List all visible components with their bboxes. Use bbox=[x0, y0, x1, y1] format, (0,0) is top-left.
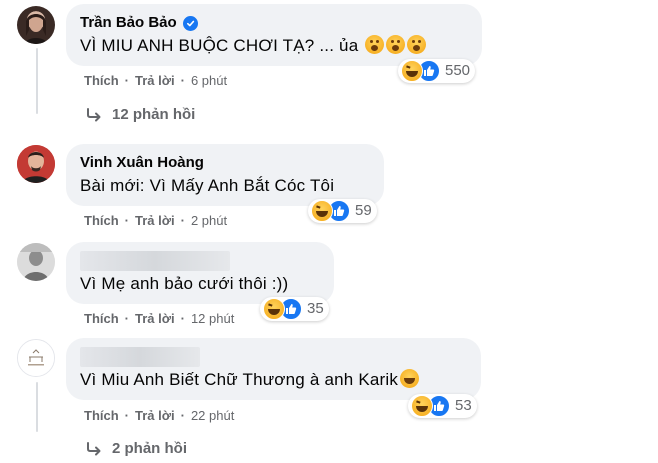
comment-bubble: Vinh Xuân Hoàng Bài mới: Vì Mấy Anh Bắt … bbox=[66, 144, 384, 206]
comment-bubble: Trần Bảo Bảo VÌ MIU ANH BUỘC CHƠI TẠ? ..… bbox=[66, 4, 482, 66]
reaction-summary[interactable]: 59 bbox=[308, 199, 377, 223]
comment-author[interactable]: Trần Bảo Bảo bbox=[80, 13, 468, 33]
avatar[interactable] bbox=[17, 145, 55, 183]
verified-badge-icon bbox=[182, 15, 198, 31]
separator: · bbox=[180, 408, 185, 423]
reaction-count: 550 bbox=[445, 62, 471, 79]
blurred-author-name[interactable] bbox=[80, 347, 200, 367]
timestamp[interactable]: 22 phút bbox=[191, 408, 234, 423]
like-link[interactable]: Thích bbox=[84, 73, 119, 88]
separator: · bbox=[180, 73, 185, 88]
replies-count[interactable]: 2 phản hồi bbox=[112, 440, 187, 457]
haha-reaction-icon bbox=[411, 395, 433, 417]
comment-bubble: Vì Miu Anh Biết Chữ Thương à anh Karik bbox=[66, 338, 481, 400]
avatar[interactable] bbox=[17, 6, 55, 44]
reaction-count: 53 bbox=[455, 397, 472, 414]
comment-text-content: VÌ MIU ANH BUỘC CHƠI TẠ? ... ủa bbox=[80, 36, 359, 55]
blurred-author-name[interactable] bbox=[80, 251, 230, 271]
comment-text: VÌ MIU ANH BUỘC CHƠI TẠ? ... ủa bbox=[80, 33, 468, 59]
like-link[interactable]: Thích bbox=[84, 408, 119, 423]
view-replies-link[interactable]: 2 phản hồi bbox=[86, 440, 187, 457]
comment-actions: Thích · Trả lời · 12 phút bbox=[84, 311, 234, 326]
haha-reaction-icon bbox=[263, 298, 285, 320]
reply-link[interactable]: Trả lời bbox=[135, 213, 175, 228]
separator: · bbox=[124, 311, 130, 326]
reaction-summary[interactable]: 35 bbox=[260, 297, 329, 321]
comment-actions: Thích · Trả lời · 2 phút bbox=[84, 213, 227, 228]
haha-reaction-icon bbox=[401, 60, 423, 82]
avatar[interactable] bbox=[17, 339, 55, 377]
comment-author[interactable]: Vinh Xuân Hoàng bbox=[80, 153, 370, 173]
separator: · bbox=[124, 213, 130, 228]
reply-arrow-icon bbox=[87, 107, 101, 121]
comment-text: Vì Mẹ anh bảo cưới thôi :)) bbox=[80, 274, 289, 293]
reaction-summary[interactable]: 53 bbox=[408, 394, 477, 418]
haha-reaction-icon bbox=[311, 200, 333, 222]
separator: · bbox=[180, 213, 185, 228]
thread-line bbox=[36, 48, 38, 114]
reaction-count: 35 bbox=[307, 300, 324, 317]
comment-text: Vì Miu Anh Biết Chữ Thương à anh Karik bbox=[80, 367, 467, 393]
author-name[interactable]: Trần Bảo Bảo bbox=[80, 13, 177, 33]
comment-bubble: Vì Mẹ anh bảo cưới thôi :)) bbox=[66, 242, 334, 304]
timestamp[interactable]: 6 phút bbox=[191, 73, 227, 88]
comment-actions: Thích · Trả lời · 22 phút bbox=[84, 408, 234, 423]
separator: · bbox=[180, 311, 185, 326]
reply-arrow-icon bbox=[87, 441, 101, 455]
reaction-summary[interactable]: 550 bbox=[398, 59, 476, 83]
author-name[interactable]: Vinh Xuân Hoàng bbox=[80, 153, 204, 173]
laughing-face-icon bbox=[400, 369, 420, 388]
astonished-face-icon bbox=[407, 35, 427, 54]
reaction-count: 59 bbox=[355, 202, 372, 219]
astonished-face-icon bbox=[365, 35, 385, 54]
comment-text: Bài mới: Vì Mấy Anh Bắt Cóc Tôi bbox=[80, 176, 335, 195]
astonished-face-icon bbox=[386, 35, 406, 54]
comment-text-content: Vì Miu Anh Biết Chữ Thương à anh Karik bbox=[80, 370, 399, 389]
comment-author[interactable] bbox=[80, 347, 467, 367]
view-replies-link[interactable]: 12 phản hồi bbox=[86, 106, 195, 123]
reply-link[interactable]: Trả lời bbox=[135, 73, 175, 88]
like-link[interactable]: Thích bbox=[84, 311, 119, 326]
avatar[interactable] bbox=[17, 243, 55, 281]
timestamp[interactable]: 12 phút bbox=[191, 311, 234, 326]
separator: · bbox=[124, 408, 130, 423]
timestamp[interactable]: 2 phút bbox=[191, 213, 227, 228]
reply-link[interactable]: Trả lời bbox=[135, 311, 175, 326]
comment-author[interactable] bbox=[80, 251, 320, 271]
replies-count[interactable]: 12 phản hồi bbox=[112, 106, 195, 123]
separator: · bbox=[124, 73, 130, 88]
thread-line bbox=[36, 382, 38, 432]
reply-link[interactable]: Trả lời bbox=[135, 408, 175, 423]
comment-actions: Thích · Trả lời · 6 phút bbox=[84, 73, 227, 88]
like-link[interactable]: Thích bbox=[84, 213, 119, 228]
